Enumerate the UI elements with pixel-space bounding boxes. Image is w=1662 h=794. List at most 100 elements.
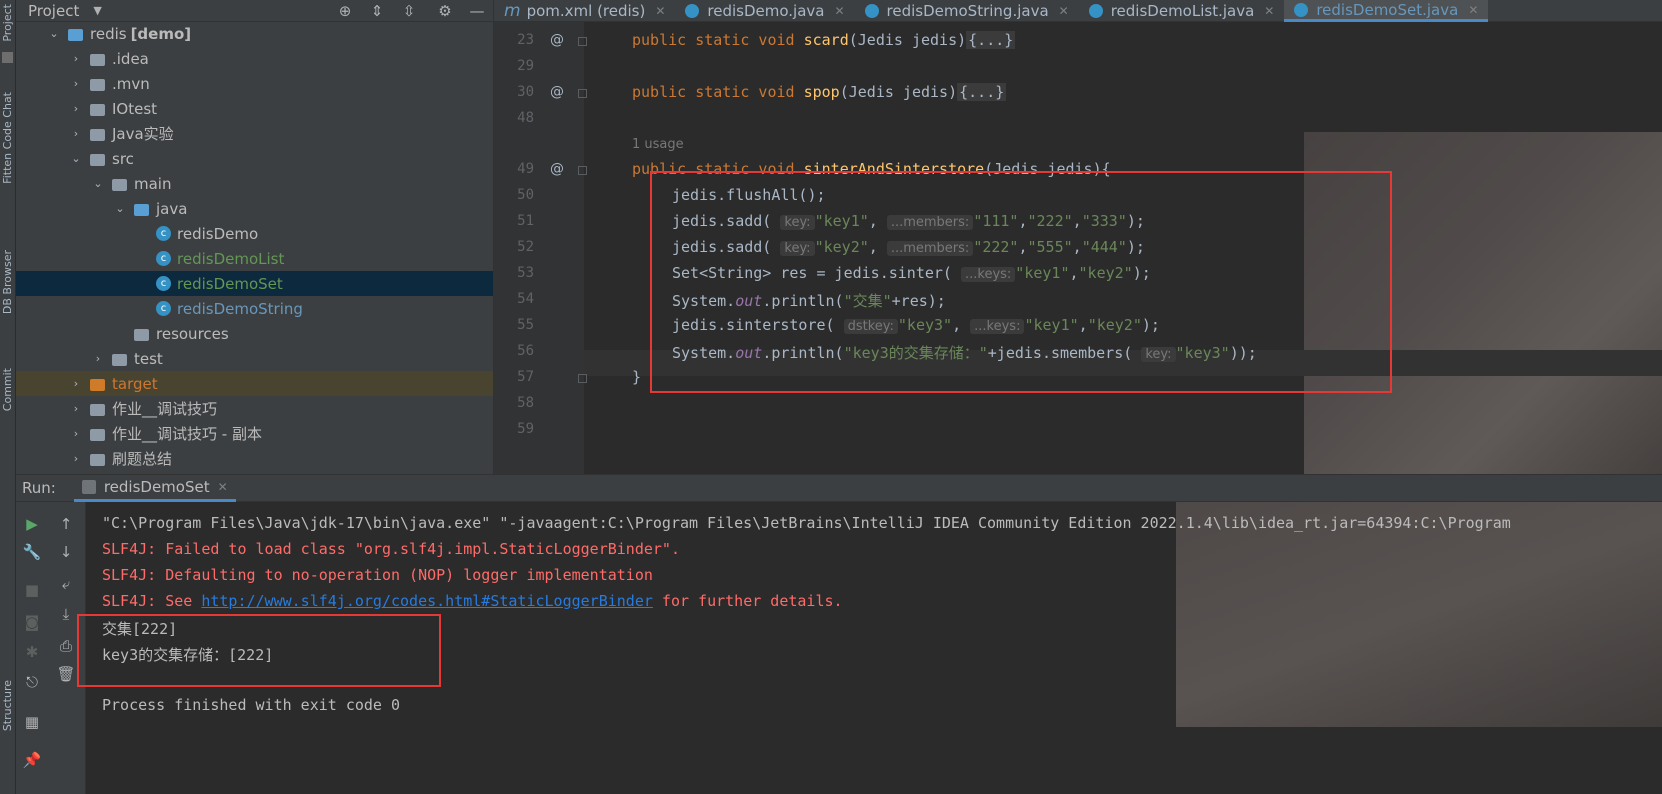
fold-marker-icon[interactable] (578, 89, 587, 98)
editor-tab[interactable]: redisDemoList.java ✕ (1079, 0, 1285, 22)
project-panel: Project ▼ ⊕ ⇕ ⇳ ⚙ — ⌄ redis [demo] › .idea ›.… (16, 0, 494, 474)
tree-item-label: main (134, 174, 172, 193)
editor-tab[interactable]: redisDemoSet.java ✕ (1284, 0, 1489, 22)
camera-icon[interactable]: ◙ (22, 612, 42, 632)
tree-item[interactable]: c redisDemoString (16, 296, 493, 321)
chevron-right-icon[interactable]: › (70, 402, 82, 415)
trash-icon[interactable]: 🗑 (56, 664, 76, 684)
chevron-right-icon[interactable]: › (70, 427, 82, 440)
tree-item[interactable]: c redisDemoList (16, 246, 493, 271)
collapse-all-icon[interactable]: ⇳ (400, 2, 418, 20)
chevron-right-icon[interactable]: › (92, 352, 104, 365)
close-icon[interactable]: ✕ (1264, 4, 1274, 18)
hide-panel-icon[interactable]: — (468, 2, 486, 20)
settings-icon[interactable]: ✱ (22, 642, 42, 662)
close-icon[interactable]: ✕ (834, 4, 844, 18)
chevron-down-icon[interactable]: ⌄ (114, 202, 126, 215)
tree-item[interactable]: › test (16, 346, 493, 371)
override-marker-icon[interactable]: @ (550, 161, 564, 177)
chevron-right-icon[interactable]: › (70, 102, 82, 115)
tree-item[interactable]: ⌄ redis [demo] (16, 21, 493, 46)
editor-tab[interactable]: redisDemoString.java ✕ (855, 0, 1079, 22)
commit-tool-label[interactable]: Commit (1, 368, 14, 411)
java-class-icon: c (156, 251, 171, 266)
tree-item-label: IOtest (112, 99, 158, 118)
stop-icon[interactable]: ■ (22, 580, 42, 600)
project-panel-title[interactable]: Project (28, 2, 79, 20)
close-icon[interactable]: ✕ (1468, 3, 1478, 17)
wrench-icon[interactable]: 🔧 (22, 542, 42, 562)
locate-icon[interactable]: ⊕ (336, 2, 354, 20)
fold-marker-icon[interactable] (578, 37, 587, 46)
tree-item[interactable]: › 刷题总结 (16, 446, 493, 471)
folded-code[interactable]: {...} (957, 83, 1007, 101)
gear-icon[interactable]: ⚙ (436, 2, 454, 20)
editor-tab[interactable]: redisDemo.java ✕ (675, 0, 854, 22)
pin-icon[interactable]: 📌 (22, 750, 42, 770)
tree-item[interactable]: › 作业__调试技巧 (16, 396, 493, 421)
tree-item[interactable]: ⌄ main (16, 171, 493, 196)
folder-icon (90, 103, 105, 116)
fitten-code-chat-tool-label[interactable]: Fitten Code Chat (1, 92, 14, 184)
tree-item-label: java (156, 199, 188, 218)
code-line-57: } (632, 368, 642, 386)
tree-item[interactable]: › .idea (16, 46, 493, 71)
line-number: 49 (517, 161, 534, 177)
tree-item[interactable]: › 作业__调试技巧 - 副本 (16, 421, 493, 446)
java-class-icon (1088, 4, 1103, 18)
soft-wrap-icon[interactable]: ⤶ (56, 574, 76, 594)
project-tool-label[interactable]: Project (1, 4, 14, 42)
chevron-right-icon[interactable]: › (70, 77, 82, 90)
project-tool-icon[interactable] (2, 52, 13, 63)
tree-item[interactable]: › IOtest (16, 96, 493, 121)
print-icon[interactable]: ⎙ (56, 636, 76, 656)
fold-marker-icon[interactable] (578, 166, 587, 175)
tree-item[interactable]: c redisDemo (16, 221, 493, 246)
run-toolbar: ▶ ↑ 🔧 ↓ ⤶ ■ ⤓ ◙ ⎙ ✱ 🗑 ⎋ ▦ 📌 (16, 502, 86, 794)
chevron-down-icon[interactable]: ▼ (93, 4, 101, 17)
folder-icon (90, 53, 105, 66)
arrow-up-icon[interactable]: ↑ (56, 514, 76, 534)
chevron-down-icon[interactable]: ⌄ (92, 177, 104, 190)
chevron-right-icon[interactable]: › (70, 127, 82, 140)
override-marker-icon[interactable]: @ (550, 84, 564, 100)
layout-icon[interactable]: ▦ (22, 712, 42, 732)
close-icon[interactable]: ✕ (1059, 4, 1069, 18)
folder-icon (90, 128, 105, 141)
close-icon[interactable]: ✕ (655, 4, 665, 18)
console-exit-line: Process finished with exit code 0 (102, 696, 401, 714)
code-editor[interactable]: 23 29 30 48 49 50 51 52 53 54 55 56 57 58 59 @ @ @ 1 usag… (494, 22, 1662, 474)
console-highlight-box (77, 614, 441, 687)
db-browser-tool-label[interactable]: DB Browser (1, 250, 14, 314)
editor-gutter: 23 29 30 48 49 50 51 52 53 54 55 56 57 58 59 @ @ @ (494, 22, 587, 474)
structure-tool-label[interactable]: Structure (1, 680, 14, 731)
chevron-down-icon[interactable]: ⌄ (48, 27, 60, 40)
arrow-down-icon[interactable]: ↓ (56, 542, 76, 562)
tree-item[interactable]: ⌄ java (16, 196, 493, 221)
usage-hint[interactable]: 1 usage (632, 137, 684, 152)
chevron-right-icon[interactable]: › (70, 452, 82, 465)
maven-icon: m (504, 1, 521, 21)
folder-icon (90, 78, 105, 91)
fold-marker-icon[interactable] (578, 374, 587, 383)
expand-all-icon[interactable]: ⇕ (368, 2, 386, 20)
exit-icon[interactable]: ⎋ (22, 672, 42, 692)
tree-item[interactable]: resources (16, 321, 493, 346)
folded-code[interactable]: {...} (966, 31, 1016, 49)
console-error-line: SLF4J: See http://www.slf4j.org/codes.ht… (102, 592, 843, 610)
chevron-down-icon[interactable]: ⌄ (70, 152, 82, 165)
tree-item[interactable]: ⌄ src (16, 146, 493, 171)
tree-item[interactable]: c redisDemoSet (16, 271, 493, 296)
rerun-icon[interactable]: ▶ (22, 514, 42, 534)
override-marker-icon[interactable]: @ (550, 32, 564, 48)
run-tab-redisdemoset[interactable]: redisDemoSet ✕ (73, 474, 236, 502)
slf4j-link[interactable]: http://www.slf4j.org/codes.html#StaticLo… (201, 592, 653, 610)
chevron-right-icon[interactable]: › (70, 52, 82, 65)
tree-item[interactable]: › .mvn (16, 71, 493, 96)
tree-item[interactable]: › Java实验 (16, 121, 493, 146)
chevron-right-icon[interactable]: › (70, 377, 82, 390)
editor-tab[interactable]: m pom.xml (redis) ✕ (494, 0, 675, 22)
scroll-to-end-icon[interactable]: ⤓ (56, 604, 76, 624)
tree-item[interactable]: › target (16, 371, 493, 396)
close-icon[interactable]: ✕ (218, 480, 228, 494)
